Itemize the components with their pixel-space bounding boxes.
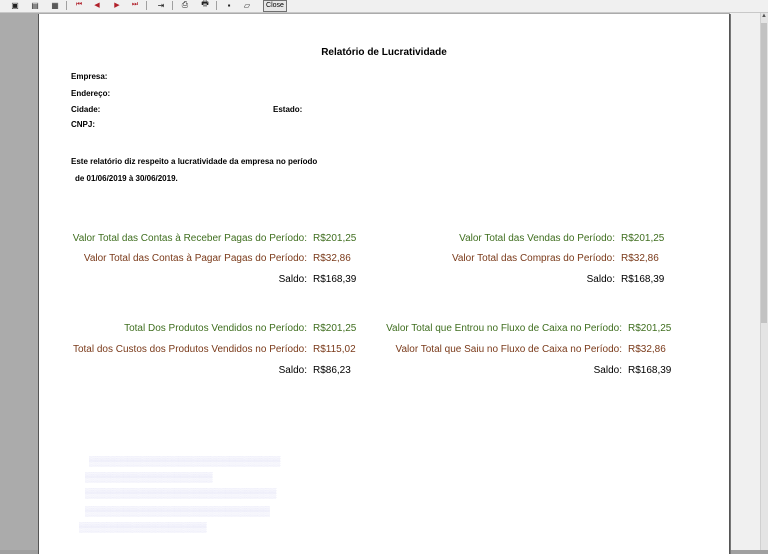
compras-label: Valor Total das Compras do Período: <box>451 253 615 264</box>
multi-page-icon[interactable]: ▦ <box>48 0 62 10</box>
goto-page-icon[interactable]: ⇥ <box>154 0 168 10</box>
next-page-icon[interactable]: ▶ <box>110 0 124 10</box>
toolbar-separator <box>172 1 173 10</box>
compras-value: R$32,86 <box>621 253 659 264</box>
save-icon[interactable]: ▪ <box>222 0 236 10</box>
fluxo-saiu-value: R$32,86 <box>628 344 666 355</box>
fluxo-entrou-value: R$201,25 <box>628 323 672 334</box>
report-description-line2: de 01/06/2019 à 30/06/2019. <box>75 174 178 183</box>
page-width-icon[interactable]: ▣ <box>8 0 22 10</box>
print-icon[interactable]: 🖶 <box>198 0 212 10</box>
custos-produtos-label: Total dos Custos dos Produtos Vendidos n… <box>72 344 307 355</box>
fluxo-entrou-label: Valor Total que Entrou no Fluxo de Caixa… <box>386 323 622 334</box>
report-title: Relatório de Lucratividade <box>321 47 447 58</box>
toolbar-separator <box>216 1 217 10</box>
print-setup-icon[interactable]: ⎙ <box>178 0 192 10</box>
vendas-saldo-label: Saldo: <box>586 274 615 285</box>
cnpj-label: CNPJ: <box>71 120 96 129</box>
toolbar-separator <box>66 1 67 10</box>
close-button[interactable]: Close <box>263 0 287 12</box>
produtos-vendidos-label: Total Dos Produtos Vendidos no Período: <box>124 323 307 334</box>
vertical-scrollbar[interactable]: ▲ <box>730 13 768 550</box>
vendas-value: R$201,25 <box>621 233 665 244</box>
contas-pagar-label: Valor Total das Contas à Pagar Pagas do … <box>83 253 307 264</box>
contas-saldo-label: Saldo: <box>278 274 307 285</box>
fluxo-saldo-value: R$168,39 <box>628 365 672 376</box>
produtos-saldo-label: Saldo: <box>278 365 307 376</box>
last-page-icon[interactable]: ⏭ <box>128 0 142 10</box>
fluxo-saldo-label: Saldo: <box>593 365 622 376</box>
estado-label: Estado: <box>273 105 303 114</box>
preview-toolbar: ▣ ▤ ▦ ⏮ ◀ ▶ ⏭ ⇥ ⎙ 🖶 ▪ ▱ Close <box>0 0 768 13</box>
contas-receber-label: Valor Total das Contas à Receber Pagas d… <box>72 233 307 244</box>
report-page: Relatório de Lucratividade Empresa: Ende… <box>38 14 730 554</box>
endereco-label: Endereço: <box>71 89 111 98</box>
vendas-label: Valor Total das Vendas do Período: <box>459 233 615 244</box>
prev-page-icon[interactable]: ◀ <box>90 0 104 10</box>
scrollbar-thumb[interactable] <box>761 23 767 323</box>
vendas-saldo-value: R$168,39 <box>621 274 665 285</box>
whole-page-icon[interactable]: ▤ <box>28 0 42 10</box>
cidade-label: Cidade: <box>71 105 101 114</box>
open-icon[interactable]: ▱ <box>240 0 254 10</box>
toolbar-separator <box>146 1 147 10</box>
report-description-line1: Este relatório diz respeito a lucrativid… <box>71 157 318 166</box>
scroll-up-icon[interactable]: ▲ <box>760 13 768 22</box>
first-page-icon[interactable]: ⏮ <box>72 0 86 10</box>
empresa-label: Empresa: <box>71 72 108 81</box>
fluxo-saiu-label: Valor Total que Saiu no Fluxo de Caixa n… <box>395 344 622 355</box>
